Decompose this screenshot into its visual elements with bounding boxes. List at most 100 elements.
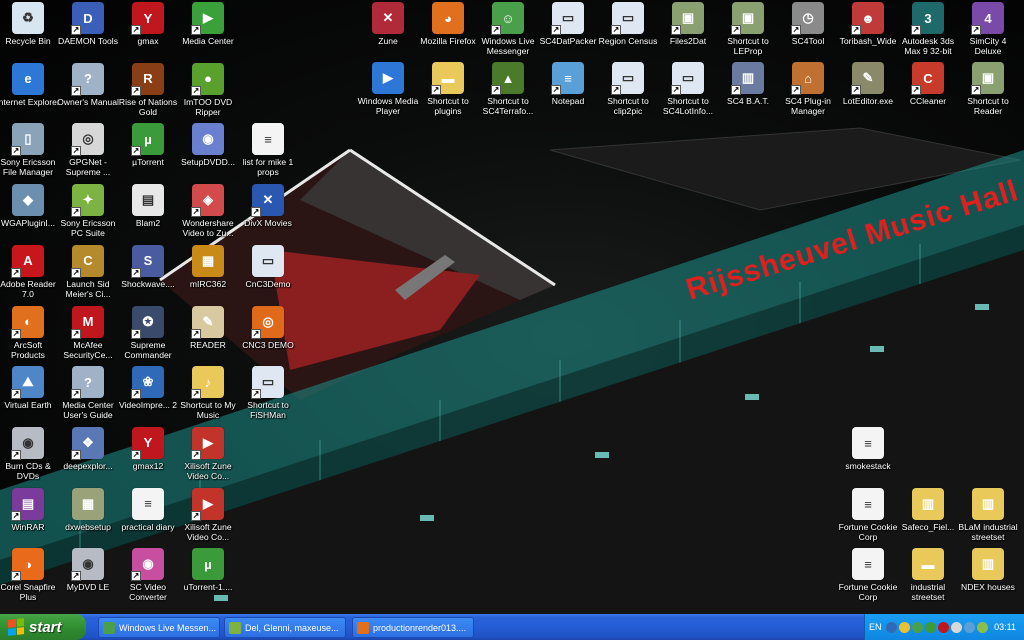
shortcut-arrow-icon: ↗	[11, 389, 21, 400]
desktop-icon[interactable]: ≡ list for mike 1 props	[238, 123, 298, 183]
shortcut-arrow-icon: ↗	[131, 328, 141, 339]
desktop[interactable]: Rijssheuvel Music Hall ♻ Recycle Bin D ↗ DAE…	[0, 0, 1024, 614]
desktop-icon[interactable]: ◆ WGAPluginI...	[0, 184, 58, 244]
desktop-icon[interactable]: ≡ practical diary	[118, 487, 178, 548]
utorrent-tray-icon[interactable]	[924, 621, 936, 633]
desktop-icon[interactable]: e Internet Explorer	[0, 62, 60, 123]
desktop-icon[interactable]: ▭ ↗ Shortcut to SC4LotInfo...	[658, 62, 718, 122]
cnc3-icon: ◎ ↗	[251, 305, 284, 339]
desktop-icon[interactable]: ▭ ↗ Region Census	[598, 2, 658, 62]
desktop-icon[interactable]: ● ↗ ImTOO DVD Ripper	[178, 62, 238, 123]
desktop-icon-label: deepexplor...	[63, 460, 113, 471]
desktop-icon[interactable]: ▣ ↗ Shortcut to Reader	[958, 62, 1018, 122]
desktop-icon[interactable]: ▭ ↗ Shortcut to FiSHMan	[238, 366, 298, 426]
start-button[interactable]: start	[0, 614, 86, 640]
desktop-icon[interactable]: ▭ ↗ SC4DatPacker	[538, 2, 598, 62]
desktop-icon[interactable]: ⛰ ↗ Virtual Earth	[0, 366, 58, 426]
desktop-icon[interactable]: ◷ ↗ SC4Tool	[778, 2, 838, 62]
desktop-icon[interactable]: ≡ smokestack	[838, 427, 898, 487]
desktop-icon[interactable]: R ↗ Rise of Nations Gold	[118, 62, 178, 123]
messenger-chat-icon	[229, 621, 241, 634]
desktop-icon[interactable]: ▥ BLaM industrial streetset	[958, 488, 1018, 548]
desktop-icon[interactable]: Y ↗ gmax	[118, 2, 178, 62]
desktop-icon[interactable]: ▦ mIRC362	[178, 244, 238, 305]
desktop-icon[interactable]: ▶ ↗ Media Center	[178, 2, 238, 62]
desktop-icon[interactable]: ❖ ↗ deepexplor...	[58, 426, 118, 487]
shield-icon[interactable]	[898, 621, 910, 633]
desktop-icon[interactable]: ❀ ↗ VideoImpre... 2	[118, 366, 178, 426]
desktop-icon[interactable]: ◕ Mozilla Firefox	[418, 2, 478, 62]
speaker-icon[interactable]	[950, 621, 962, 633]
desktop-icon[interactable]: ▥ NDEX houses	[958, 548, 1018, 608]
desktop-icon[interactable]: ▦ dxwebsetup	[58, 487, 118, 548]
desktop-icon[interactable]: ? ↗ Media Center User's Guide	[58, 366, 118, 426]
desktop-icon[interactable]: C ↗ Launch Sid Meier's Ci...	[58, 244, 118, 305]
desktop-icon[interactable]: ♪ ↗ Shortcut to My Music	[178, 366, 238, 426]
desktop-icon[interactable]: 4 ↗ SimCity 4 Deluxe	[958, 2, 1018, 62]
desktop-icon[interactable]: ▶ Windows Media Player	[358, 62, 418, 122]
desktop-icon[interactable]: ◑ ↗ Corel Snapfire Plus	[0, 548, 58, 608]
desktop-icon[interactable]: ◈ ↗ Wondershare Video to Zu...	[178, 184, 238, 244]
taskbar-button[interactable]: productionrender013....	[352, 617, 474, 638]
shortcut-arrow-icon: ↗	[131, 571, 141, 582]
taskbar-button[interactable]: Windows Live Messen...	[98, 617, 220, 638]
desktop-icon[interactable]: Y ↗ gmax12	[118, 426, 178, 487]
desktop-icon[interactable]: ✦ ↗ Sony Ericsson PC Suite	[58, 184, 118, 244]
desktop-icon[interactable]: ◉ ↗ Burn CDs & DVDs	[0, 426, 58, 487]
desktop-icon[interactable]: ✎ ↗ LotEditor.exe	[838, 62, 898, 122]
desktop-icon[interactable]: ◉ ↗ MyDVD LE	[58, 548, 118, 608]
window-icon: ▭ ↗	[611, 2, 644, 35]
desktop-icon[interactable]: ▯ ↗ Sony Ericsson File Manager	[0, 123, 58, 183]
display-icon[interactable]	[963, 621, 975, 633]
desktop-icon[interactable]: ▥ ↗ SC4 B.A.T.	[718, 62, 778, 122]
desktop-icon[interactable]: ▤ ↗ WinRAR	[0, 487, 58, 548]
desktop-icon[interactable]: ≡ Fortune Cookie Corp	[838, 548, 898, 608]
desktop-icon[interactable]: ◎ ↗ GPGNet - Supreme ...	[58, 123, 118, 183]
desktop-icon[interactable]: M ↗ McAfee SecurityCe...	[58, 305, 118, 366]
network-icon[interactable]	[885, 621, 897, 633]
desktop-icon[interactable]: ▥ Safeco_Fiel...	[898, 488, 958, 548]
sync-icon[interactable]	[976, 621, 988, 633]
desktop-icon[interactable]: ≡ ↗ Notepad	[538, 62, 598, 122]
desktop-icon[interactable]: ◉ ↗ SC Video Converter	[118, 548, 178, 608]
desktop-icon[interactable]: 3 ↗ Autodesk 3ds Max 9 32-bit	[898, 2, 958, 62]
desktop-icon[interactable]: ◉ SetupDVDD...	[178, 123, 238, 183]
desktop-icon[interactable]: ≡ Fortune Cookie Corp	[838, 488, 898, 548]
shortcut-arrow-icon: ↗	[131, 85, 141, 96]
shortcut-arrow-icon: ↗	[131, 267, 141, 278]
messenger-tray-icon[interactable]	[911, 621, 923, 633]
desktop-icon[interactable]: ✎ ↗ READER	[178, 305, 238, 366]
desktop-icon[interactable]: ? ↗ Owner's Manual	[57, 62, 119, 123]
desktop-icon[interactable]: ▤ Blam2	[118, 184, 178, 244]
desktop-icon[interactable]: ▬ ↗ Shortcut to plugins	[418, 62, 478, 122]
desktop-icon-label: SC Video Converter	[129, 582, 167, 603]
desktop-icon[interactable]: A ↗ Adobe Reader 7.0	[0, 244, 58, 305]
reader-icon: ▣ ↗	[971, 62, 1004, 95]
desktop-icon[interactable]: ▭ ↗ Shortcut to clip2pic	[598, 62, 658, 122]
desktop-icon[interactable]: ▬ industrial streetset	[898, 548, 958, 608]
desktop-icon[interactable]: ☺ ↗ Windows Live Messenger	[478, 2, 538, 62]
desktop-icon[interactable]: D ↗ DAEMON Tools	[58, 2, 118, 62]
desktop-icon[interactable]: ▭ CnC3Demo	[238, 244, 298, 305]
desktop-icon[interactable]: ▣ ↗ Files2Dat	[658, 2, 718, 62]
desktop-icon[interactable]: ▲ ↗ Shortcut to SC4Terrafo...	[478, 62, 538, 122]
desktop-icon[interactable]: ⌂ ↗ SC4 Plug-in Manager	[778, 62, 838, 122]
desktop-icon[interactable]: ◐ ↗ ArcSoft Products	[0, 305, 58, 366]
desktop-icon[interactable]: S ↗ Shockwave....	[118, 244, 178, 305]
desktop-icon[interactable]: ▣ ↗ Shortcut to LEProp	[718, 2, 778, 62]
desktop-icon[interactable]: ✪ ↗ Supreme Commander	[118, 305, 178, 366]
language-indicator[interactable]: EN	[869, 622, 882, 632]
desktop-icon[interactable]: ▶ ↗ Xilisoft Zune Video Co...	[178, 426, 238, 487]
desktop-icon[interactable]: µ uTorrent-1....	[178, 548, 238, 608]
desktop-icon[interactable]: ☻ ↗ Toribash_Wide	[838, 2, 898, 62]
desktop-icon[interactable]: ✕ Zune	[358, 2, 418, 62]
desktop-icon[interactable]: µ ↗ µTorrent	[118, 123, 178, 183]
desktop-icon[interactable]: C ↗ CCleaner	[898, 62, 958, 122]
clock[interactable]: 03:11	[994, 622, 1016, 632]
desktop-icon[interactable]: ▶ ↗ Xilisoft Zune Video Co...	[178, 487, 238, 548]
desktop-icon[interactable]: ✕ ↗ DivX Movies	[238, 184, 298, 244]
security-tray-icon[interactable]	[937, 621, 949, 633]
desktop-icon[interactable]: ◎ ↗ CNC3 DEMO	[238, 305, 298, 366]
taskbar-button[interactable]: Del, Glenni, maxeuse...	[224, 617, 346, 638]
desktop-icon[interactable]: ♻ Recycle Bin	[0, 2, 58, 62]
